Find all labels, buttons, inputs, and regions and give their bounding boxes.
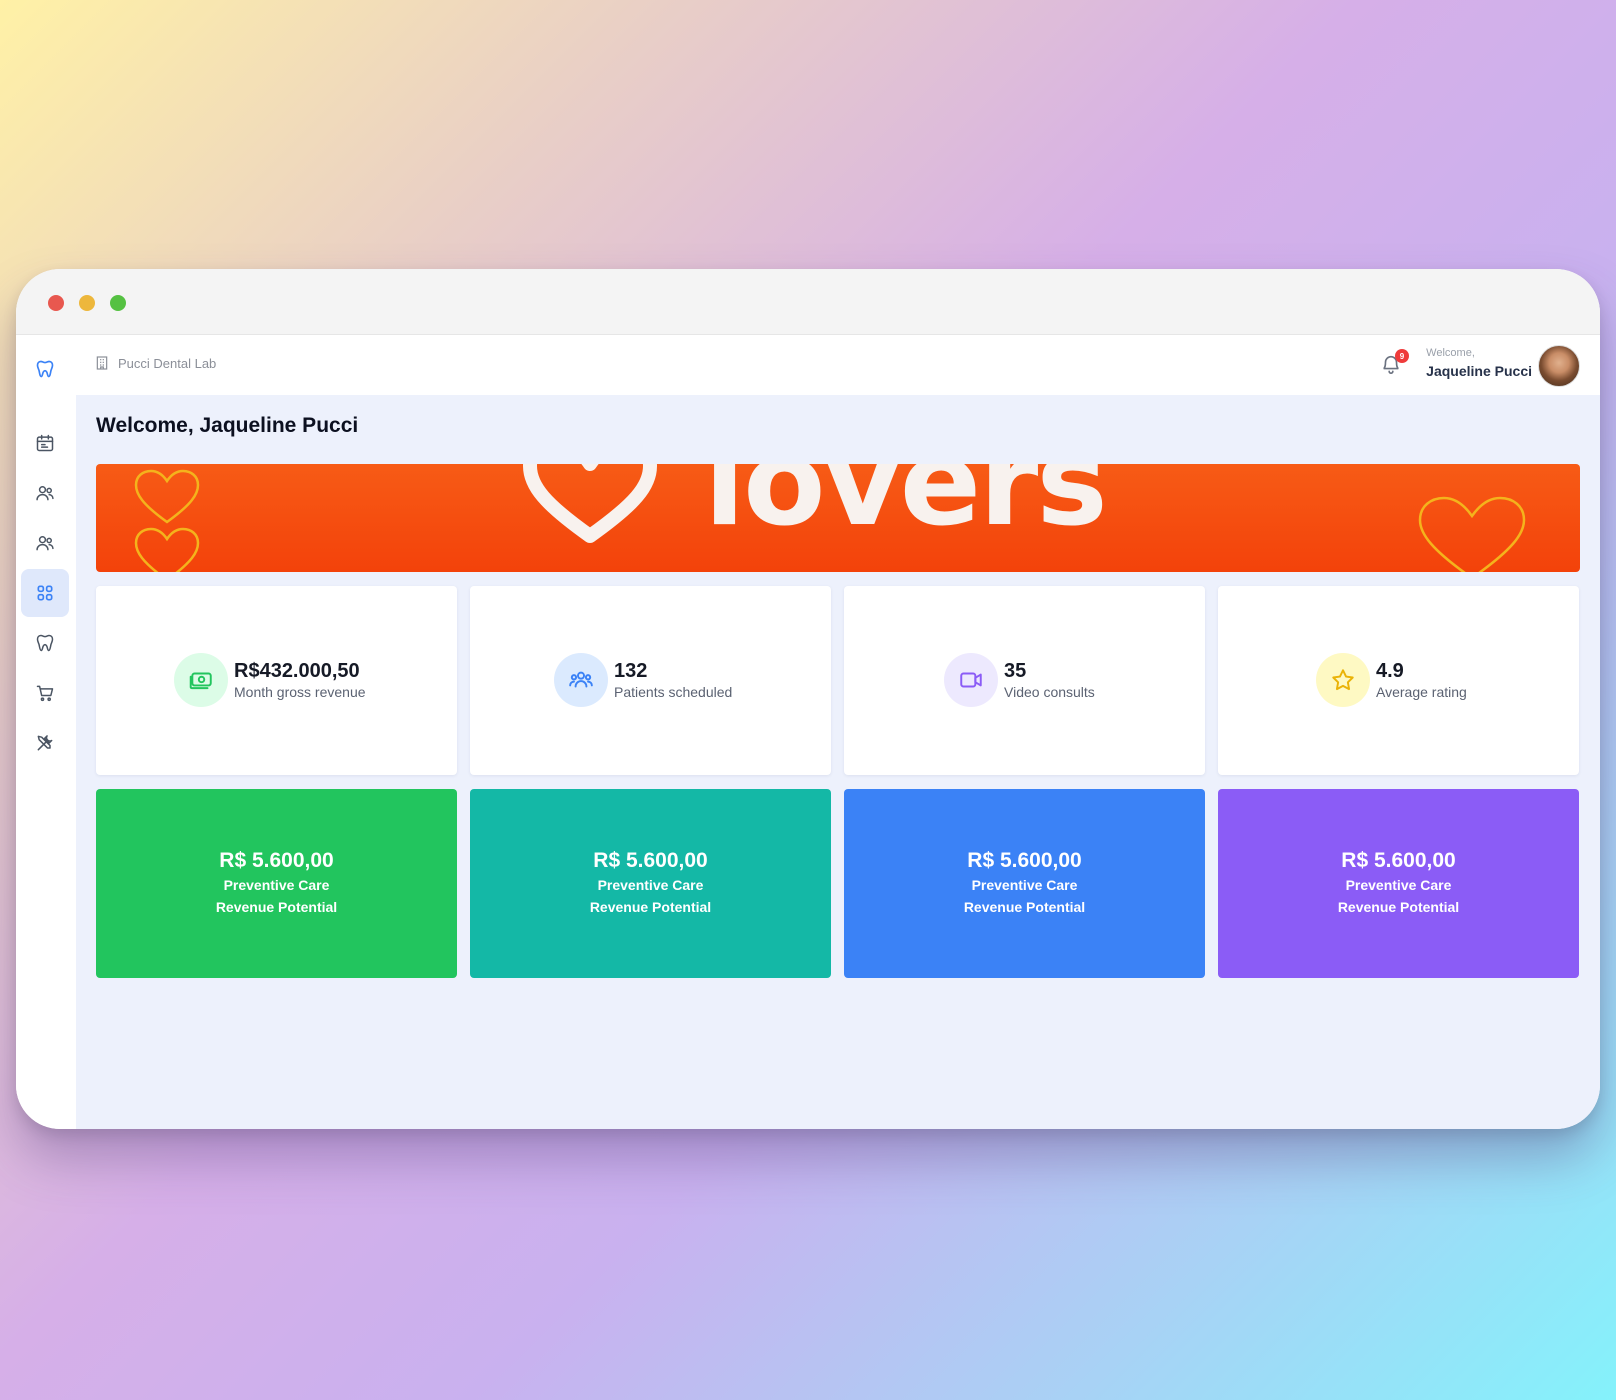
revenue-label-line1: Preventive Care xyxy=(1345,877,1452,893)
users-icon-circle xyxy=(554,653,608,707)
stat-value: R$432.000,50 xyxy=(234,660,360,682)
stat-label: Month gross revenue xyxy=(234,684,366,700)
top-bar: Pucci Dental Lab 9 Welcome, Jaqueline Pu… xyxy=(76,335,1600,395)
users-icon xyxy=(36,486,54,501)
maximize-window-button[interactable] xyxy=(110,295,126,311)
revenue-card[interactable]: R$ 5.600,00 Preventive Care Revenue Pote… xyxy=(470,789,831,978)
app-window: Pucci Dental Lab 9 Welcome, Jaqueline Pu… xyxy=(16,269,1600,1129)
sidebar-item-treatments[interactable] xyxy=(21,619,69,667)
tools-icon xyxy=(37,735,53,751)
stat-label: Patients scheduled xyxy=(614,684,733,700)
heart-icon xyxy=(1418,496,1526,572)
revenue-value: R$ 5.600,00 xyxy=(593,849,708,872)
page-title: Welcome, Jaqueline Pucci xyxy=(96,414,359,437)
heart-icon xyxy=(523,464,657,543)
sidebar-item-patients[interactable] xyxy=(21,469,69,517)
star-icon xyxy=(1332,669,1354,691)
video-icon xyxy=(960,672,982,688)
stat-card-video: 35 Video consults xyxy=(844,586,1205,775)
sidebar-item-dashboard[interactable] xyxy=(21,569,69,617)
lab-name: Pucci Dental Lab xyxy=(118,355,217,371)
sidebar-item-shop[interactable] xyxy=(21,669,69,717)
stat-label: Video consults xyxy=(1004,684,1095,700)
revenue-label-line2: Revenue Potential xyxy=(215,899,338,915)
main-content: Welcome, Jaqueline Pucci lovers R$432.00… xyxy=(76,395,1600,1129)
revenue-card[interactable]: R$ 5.600,00 Preventive Care Revenue Pote… xyxy=(96,789,457,978)
promo-banner[interactable]: lovers xyxy=(96,464,1580,572)
notifications-button[interactable]: 9 xyxy=(1380,349,1409,377)
tooth-icon xyxy=(36,360,54,378)
revenue-card[interactable]: R$ 5.600,00 Preventive Care Revenue Pote… xyxy=(1218,789,1579,978)
heart-icon xyxy=(134,469,200,524)
users-icon xyxy=(569,671,593,688)
tooth-icon xyxy=(36,634,54,652)
revenue-label-line2: Revenue Potential xyxy=(963,899,1086,915)
grid-icon xyxy=(37,585,53,601)
lab-selector[interactable]: Pucci Dental Lab xyxy=(94,355,216,371)
welcome-label: Welcome, xyxy=(1426,347,1475,359)
stat-card-rating: 4.9 Average rating xyxy=(1218,586,1579,775)
star-icon-circle xyxy=(1316,653,1370,707)
user-name: Jaqueline Pucci xyxy=(1426,363,1532,379)
minimize-window-button[interactable] xyxy=(79,295,95,311)
sidebar xyxy=(16,335,76,1129)
cart-icon xyxy=(36,685,54,702)
stat-value: 4.9 xyxy=(1376,660,1404,682)
user-greeting: Welcome, Jaqueline Pucci xyxy=(1426,347,1532,379)
revenue-label-line2: Revenue Potential xyxy=(589,899,712,915)
stat-label: Average rating xyxy=(1376,684,1467,700)
stat-card-patients: 132 Patients scheduled xyxy=(470,586,831,775)
stat-value: 35 xyxy=(1004,660,1027,682)
sidebar-item-calendar[interactable] xyxy=(21,419,69,467)
close-window-button[interactable] xyxy=(48,295,64,311)
calendar-icon xyxy=(36,434,54,452)
building-icon xyxy=(96,356,108,370)
stat-value: 132 xyxy=(614,660,648,682)
video-icon-circle xyxy=(944,653,998,707)
sidebar-item-tools[interactable] xyxy=(21,719,69,767)
revenue-value: R$ 5.600,00 xyxy=(219,849,334,872)
sidebar-logo[interactable] xyxy=(21,345,69,393)
heart-icon xyxy=(134,527,200,572)
revenue-value: R$ 5.600,00 xyxy=(1341,849,1456,872)
stat-card-revenue: R$432.000,50 Month gross revenue xyxy=(96,586,457,775)
revenue-label-line1: Preventive Care xyxy=(971,877,1078,893)
money-icon-circle xyxy=(174,653,228,707)
revenue-label-line1: Preventive Care xyxy=(597,877,704,893)
revenue-label-line2: Revenue Potential xyxy=(1337,899,1460,915)
avatar[interactable] xyxy=(1538,345,1580,387)
money-icon xyxy=(189,672,212,690)
sidebar-item-team[interactable] xyxy=(21,519,69,567)
notification-badge: 9 xyxy=(1395,349,1409,363)
users-icon xyxy=(36,536,54,551)
window-titlebar xyxy=(16,269,1600,335)
revenue-label-line1: Preventive Care xyxy=(223,877,330,893)
revenue-value: R$ 5.600,00 xyxy=(967,849,1082,872)
banner-text: lovers xyxy=(704,464,1108,553)
revenue-card[interactable]: R$ 5.600,00 Preventive Care Revenue Pote… xyxy=(844,789,1205,978)
